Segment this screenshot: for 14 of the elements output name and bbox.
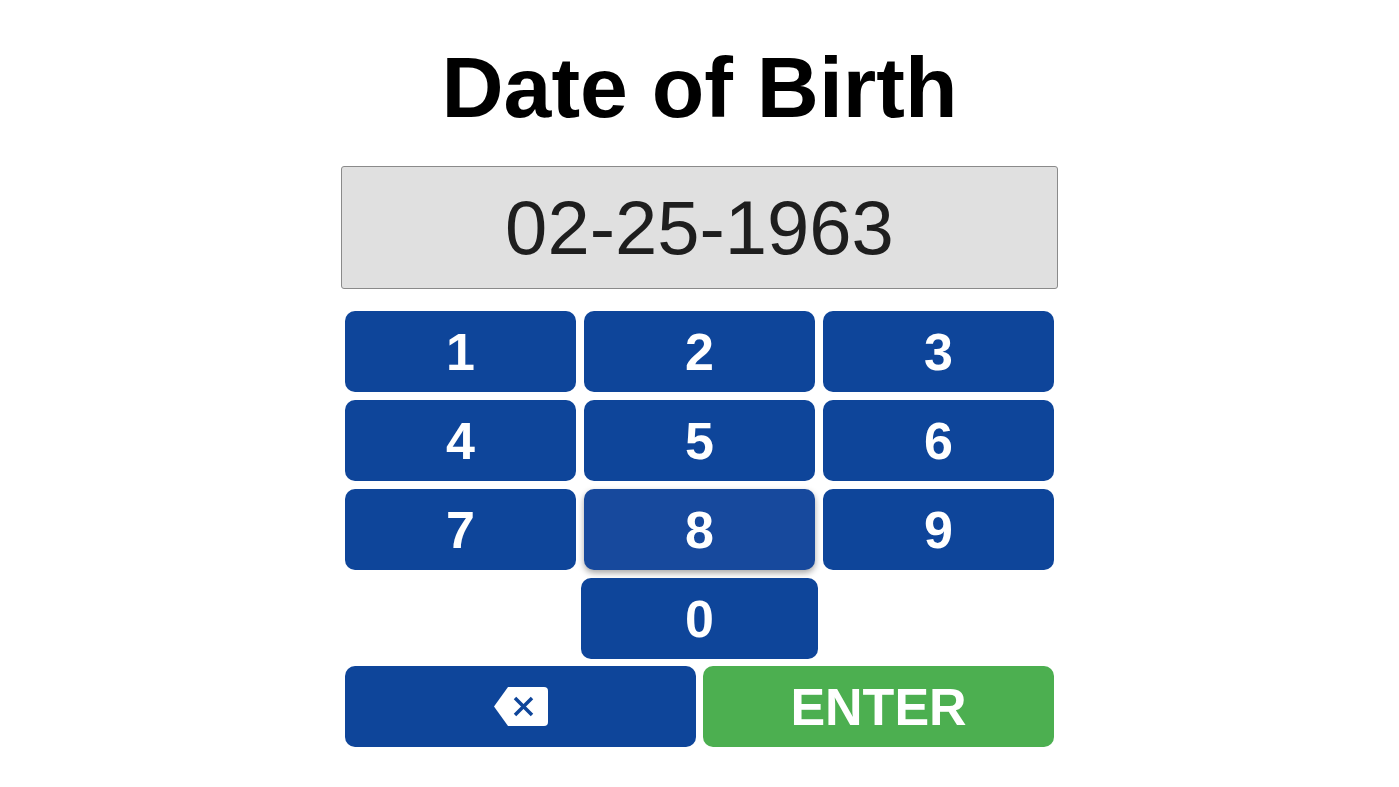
digit-key[interactable]: 1 xyxy=(345,311,576,392)
digit-key[interactable]: 3 xyxy=(823,311,1054,392)
digit-key[interactable]: 4 xyxy=(345,400,576,481)
digit-key[interactable]: 2 xyxy=(584,311,815,392)
digit-key[interactable]: 0 xyxy=(581,578,818,659)
digit-key[interactable]: 7 xyxy=(345,489,576,570)
date-field[interactable]: 02-25-1963 xyxy=(341,166,1058,289)
digit-key[interactable]: 6 xyxy=(823,400,1054,481)
backspace-button[interactable] xyxy=(345,666,696,747)
digit-key[interactable]: 5 xyxy=(584,400,815,481)
page-title: Date of Birth xyxy=(441,44,958,130)
digit-key[interactable]: 8 xyxy=(584,489,815,570)
backspace-icon xyxy=(493,687,548,726)
digit-key[interactable]: 9 xyxy=(823,489,1054,570)
